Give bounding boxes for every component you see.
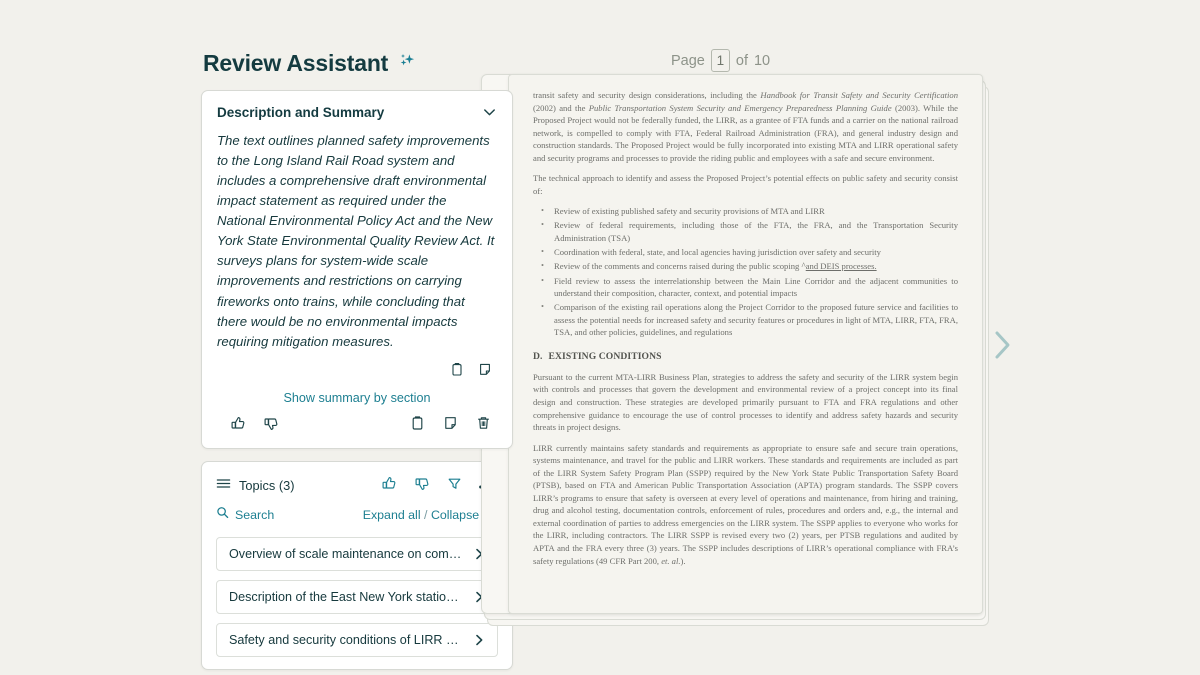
- document-paragraph: LIRR currently maintains safety standard…: [533, 442, 958, 567]
- assistant-header: Review Assistant: [201, 50, 513, 77]
- bullet-edited-text: Review of the comments and concerns rais…: [554, 261, 802, 272]
- bullet-item: Review of federal requirements, includin…: [533, 218, 958, 244]
- topics-subheader: Search Expand all / Collapse all: [202, 497, 512, 524]
- filter-icon[interactable]: [447, 476, 462, 496]
- thumbs-down-icon[interactable]: [414, 475, 431, 497]
- description-summary-card: Description and Summary The text outline…: [201, 90, 513, 449]
- expand-all-link[interactable]: Expand all: [363, 508, 421, 522]
- topic-label: Description of the East New York station…: [229, 589, 464, 604]
- document-paragraph: transit safety and security design consi…: [533, 89, 958, 164]
- document-page[interactable]: transit safety and security design consi…: [508, 74, 983, 614]
- show-summary-by-section-row: Show summary by section: [202, 382, 512, 409]
- thumbs-down-icon[interactable]: [263, 415, 280, 437]
- copy-icon[interactable]: [450, 362, 464, 382]
- page-number-input[interactable]: 1: [710, 49, 730, 72]
- paragraph-1-italic-2: Public Transportation System Security an…: [588, 102, 892, 113]
- topic-label: Overview of scale maintenance on commute…: [229, 546, 464, 561]
- document-section-heading: D. EXISTING CONDITIONS: [533, 350, 958, 364]
- list-item[interactable]: Safety and security conditions of LIRR s…: [216, 622, 498, 657]
- page-prefix-label: Page: [671, 52, 705, 69]
- inserted-text: and DEIS processes.: [805, 261, 877, 272]
- bullet-item: Field review to assess the interrelation…: [533, 274, 958, 300]
- paragraph-4-part-a: LIRR currently maintains safety standard…: [533, 442, 958, 566]
- paragraph-4-italic: et. al.: [661, 555, 681, 566]
- bullet-item: Comparison of the existing rail operatio…: [533, 300, 958, 339]
- sparkle-icon: [397, 51, 417, 76]
- page-of-label: of: [735, 52, 748, 69]
- paragraph-4-part-b: ).: [680, 555, 686, 566]
- note-icon[interactable]: [478, 362, 492, 382]
- thumbs-up-icon[interactable]: [381, 475, 398, 497]
- paragraph-1-part-b: (2002) and the: [533, 102, 589, 113]
- list-item[interactable]: Description of the East New York station…: [216, 579, 498, 614]
- search-button[interactable]: Search: [216, 506, 274, 524]
- thumbs-up-icon[interactable]: [230, 415, 247, 437]
- paragraph-1-italic-1: Handbook for Transit Safety and Security…: [760, 90, 958, 100]
- feedback-actions: [230, 415, 280, 437]
- page-total-label: 10: [753, 52, 771, 69]
- bullet-item-edited: Review of the comments and concerns rais…: [533, 259, 958, 273]
- expand-collapse-controls: Expand all / Collapse all: [363, 508, 495, 522]
- note-icon[interactable]: [443, 415, 458, 436]
- document-bullet-list: Review of existing published safety and …: [533, 204, 958, 339]
- topics-actions: [381, 475, 495, 497]
- document-paragraph: Pursuant to the current MTA-LIRR Busines…: [533, 371, 958, 433]
- topics-card: Topics (3) Search Expand all / Collapse …: [201, 460, 513, 670]
- summary-top-actions: [202, 352, 512, 382]
- list-item[interactable]: Overview of scale maintenance on commute…: [216, 536, 498, 571]
- summary-card-title: Description and Summary: [217, 105, 385, 120]
- topics-header: Topics (3): [202, 473, 512, 497]
- bullet-item: Review of existing published safety and …: [533, 204, 958, 218]
- summary-bottom-actions: [202, 409, 512, 439]
- hamburger-icon[interactable]: [216, 477, 231, 495]
- section-letter: D.: [533, 350, 543, 362]
- topic-label: Safety and security conditions of LIRR s…: [229, 632, 464, 647]
- summary-card-header: Description and Summary: [202, 91, 512, 131]
- section-title: EXISTING CONDITIONS: [548, 350, 662, 362]
- chevron-right-icon: [990, 331, 1016, 369]
- search-icon: [216, 506, 229, 524]
- chevron-down-icon[interactable]: [481, 104, 498, 121]
- summary-tools: [410, 415, 491, 436]
- app-root: Review Assistant Description and Summary: [0, 0, 1200, 675]
- topics-title: Topics (3): [239, 478, 295, 494]
- chevron-right-icon[interactable]: [464, 633, 486, 647]
- show-summary-by-section-link[interactable]: Show summary by section: [284, 391, 431, 405]
- review-assistant-panel: Review Assistant Description and Summary: [201, 50, 513, 675]
- topics-list: Overview of scale maintenance on commute…: [202, 524, 512, 657]
- expand-collapse-separator: /: [424, 507, 428, 522]
- page-title: Review Assistant: [203, 50, 389, 76]
- document-paragraph: The technical approach to identify and a…: [533, 173, 958, 196]
- summary-text: The text outlines planned safety improve…: [217, 133, 495, 349]
- trash-icon[interactable]: [476, 415, 491, 436]
- search-label: Search: [235, 507, 275, 522]
- paragraph-1-part-a: transit safety and security design consi…: [533, 90, 761, 100]
- copy-icon[interactable]: [410, 415, 425, 436]
- document-text: transit safety and security design consi…: [509, 75, 982, 567]
- next-page-button[interactable]: [990, 325, 1016, 365]
- bullet-item: Coordination with federal, state, and lo…: [533, 245, 958, 259]
- page-navigation: Page 1 of 10: [671, 49, 770, 72]
